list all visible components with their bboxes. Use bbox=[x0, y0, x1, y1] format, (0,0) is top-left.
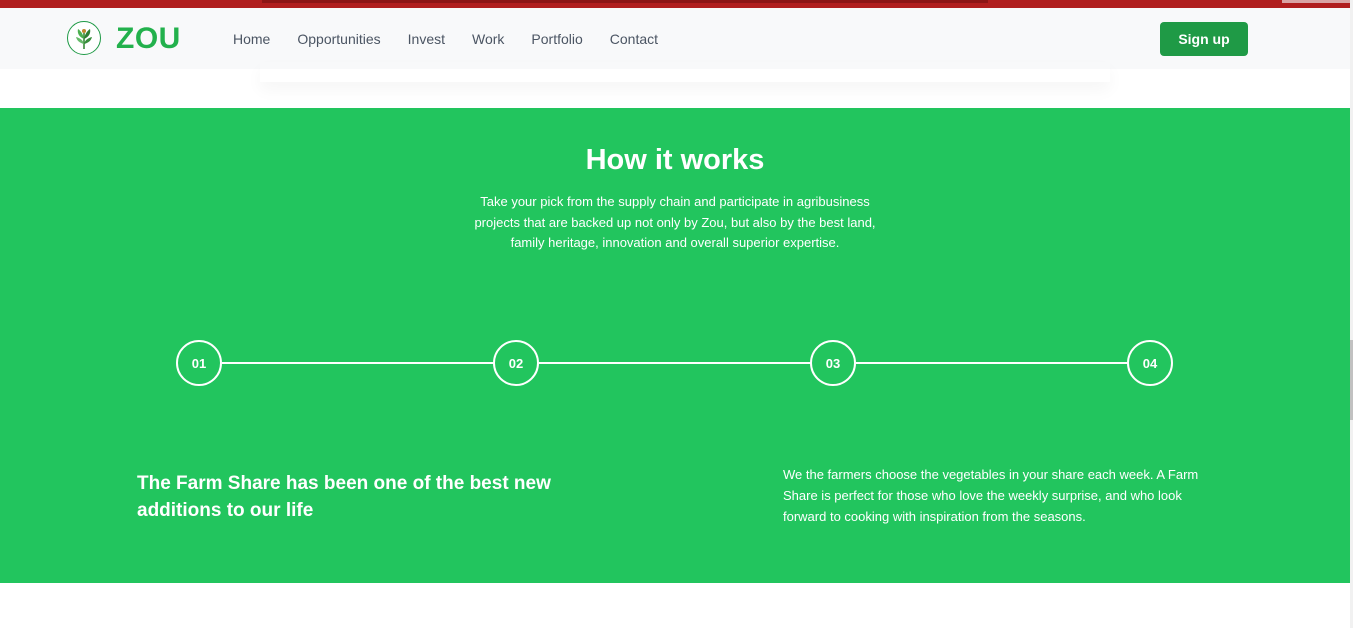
step-02[interactable]: 02 bbox=[493, 340, 539, 386]
testimonial-heading: The Farm Share has been one of the best … bbox=[137, 473, 551, 521]
navbar: ZOU Home Opportunities Invest Work Portf… bbox=[0, 8, 1353, 69]
section-description: Take your pick from the supply chain and… bbox=[474, 194, 876, 250]
nav-link-contact[interactable]: Contact bbox=[610, 31, 658, 47]
step-connector bbox=[539, 362, 811, 364]
signup-button[interactable]: Sign up bbox=[1160, 22, 1248, 56]
brand-name[interactable]: ZOU bbox=[116, 22, 181, 56]
step-connector bbox=[856, 362, 1128, 364]
step-03[interactable]: 03 bbox=[810, 340, 856, 386]
nav-link-invest[interactable]: Invest bbox=[408, 31, 445, 47]
section-title: How it works bbox=[585, 144, 765, 176]
step-connector bbox=[222, 362, 494, 364]
browser-top-bar bbox=[0, 0, 1353, 8]
how-it-works-section: How it works Take your pick from the sup… bbox=[0, 108, 1350, 583]
nav-link-opportunities[interactable]: Opportunities bbox=[297, 31, 380, 47]
nav-link-work[interactable]: Work bbox=[472, 31, 504, 47]
step-01[interactable]: 01 bbox=[176, 340, 222, 386]
nav-link-portfolio[interactable]: Portfolio bbox=[531, 31, 582, 47]
steps-timeline: 01 02 03 04 bbox=[0, 340, 1350, 386]
top-bar-strip bbox=[262, 0, 988, 3]
testimonial-text: We the farmers choose the vegetables in … bbox=[783, 467, 1199, 524]
header-shadow bbox=[260, 62, 1110, 82]
nav-link-home[interactable]: Home bbox=[233, 31, 270, 47]
main-nav: Home Opportunities Invest Work Portfolio… bbox=[233, 31, 685, 47]
top-bar-button[interactable] bbox=[1282, 0, 1353, 3]
step-04[interactable]: 04 bbox=[1127, 340, 1173, 386]
zou-logo-icon[interactable] bbox=[67, 21, 101, 55]
